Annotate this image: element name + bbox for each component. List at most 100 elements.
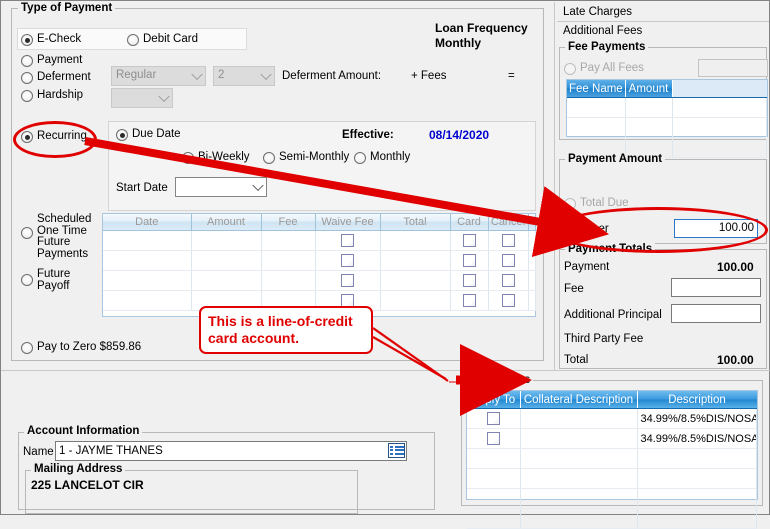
cell-date[interactable] xyxy=(103,290,192,311)
cell-extra[interactable] xyxy=(672,97,767,118)
cell-description[interactable] xyxy=(637,448,757,469)
cell-amount[interactable] xyxy=(191,270,262,291)
radio-e-check[interactable]: E-Check xyxy=(21,33,81,46)
radio-bi-weekly[interactable]: Bi-Weekly xyxy=(182,151,250,164)
cell-fee[interactable] xyxy=(261,250,316,271)
checkbox-waive-fee[interactable] xyxy=(341,293,354,307)
cell-total[interactable] xyxy=(380,270,451,291)
cell-total[interactable] xyxy=(380,250,451,271)
schedule-col-cancel[interactable]: Cancel xyxy=(488,214,529,231)
checkbox-waive-fee[interactable] xyxy=(341,253,354,267)
list-grid-icon[interactable] xyxy=(388,443,405,458)
schedule-col-amount[interactable]: Amount xyxy=(191,214,262,231)
schedule-col-total[interactable]: Total xyxy=(380,214,451,231)
checkbox-card[interactable] xyxy=(462,293,476,307)
table-row[interactable]: 34.99%/8.5%DIS/NOSAC xyxy=(467,408,757,429)
account-name-input[interactable]: 1 - JAYME THANES xyxy=(55,441,407,461)
cell-description[interactable] xyxy=(637,508,757,529)
cell-description[interactable] xyxy=(637,468,757,489)
checkbox-waive-fee[interactable] xyxy=(341,233,354,247)
table-row[interactable] xyxy=(567,97,767,118)
cell-collateral-description[interactable] xyxy=(520,508,638,529)
schedule-col-waive-fee[interactable]: Waive Fee xyxy=(315,214,381,231)
cell-fee[interactable] xyxy=(261,230,316,251)
cell-apply-to[interactable] xyxy=(467,508,521,529)
additional-principal-input[interactable] xyxy=(671,304,761,323)
fee-payments-col-amount[interactable]: Amount xyxy=(625,80,673,98)
cell-amount[interactable] xyxy=(191,250,262,271)
cell-description[interactable] xyxy=(637,488,757,509)
schedule-col-date[interactable]: Date xyxy=(103,214,192,231)
radio-due-date[interactable]: Due Date xyxy=(116,128,181,141)
schedule-grid[interactable]: Date Amount Fee Waive Fee Total Card Can… xyxy=(102,213,536,317)
cell-date[interactable] xyxy=(103,270,192,291)
cell-total[interactable] xyxy=(380,290,451,311)
checkbox-card[interactable] xyxy=(462,253,476,267)
cell-card[interactable] xyxy=(450,230,489,251)
cell-collateral-description[interactable] xyxy=(520,408,638,429)
checkbox-cancel[interactable] xyxy=(501,233,515,247)
table-row[interactable] xyxy=(467,488,757,509)
cell-description[interactable]: 34.99%/8.5%DIS/NOSAC xyxy=(637,408,757,429)
checkbox-cancel[interactable] xyxy=(501,253,515,267)
cell-fee[interactable] xyxy=(261,270,316,291)
checkbox-cancel[interactable] xyxy=(501,293,515,307)
pay-all-fees-amount-input[interactable] xyxy=(698,59,768,77)
table-row[interactable] xyxy=(103,250,536,271)
deferment-count-combo[interactable]: 2 xyxy=(213,66,275,86)
checkbox-apply-to[interactable] xyxy=(486,431,500,445)
promotions-col-description[interactable]: Description xyxy=(637,391,757,409)
radio-pay-to-zero[interactable]: Pay to Zero $859.86 xyxy=(21,341,141,354)
fee-payments-col-fee-name[interactable]: Fee Name xyxy=(567,80,626,98)
cell-card[interactable] xyxy=(450,290,489,311)
deferment-type-combo[interactable]: Regular xyxy=(111,66,206,86)
radio-hardship[interactable]: Hardship xyxy=(21,89,83,102)
cell-apply-to[interactable] xyxy=(467,448,521,469)
cell-collateral-description[interactable] xyxy=(520,488,638,509)
cell-cancel[interactable] xyxy=(488,290,529,311)
cell-extra[interactable] xyxy=(672,117,767,138)
radio-payment[interactable]: Payment xyxy=(21,54,82,67)
schedule-col-fee[interactable]: Fee xyxy=(261,214,316,231)
cell-waive-fee[interactable] xyxy=(315,270,381,291)
table-row[interactable] xyxy=(467,468,757,489)
cell-amount[interactable] xyxy=(625,97,673,118)
hardship-combo[interactable] xyxy=(111,88,173,108)
table-row[interactable] xyxy=(567,117,767,138)
cell-card[interactable] xyxy=(450,270,489,291)
checkbox-card[interactable] xyxy=(462,273,476,287)
cell-total[interactable] xyxy=(380,230,451,251)
cell-collateral-description[interactable] xyxy=(520,468,638,489)
checkbox-card[interactable] xyxy=(462,233,476,247)
checkbox-waive-fee[interactable] xyxy=(341,273,354,287)
table-row[interactable] xyxy=(467,448,757,469)
cell-waive-fee[interactable] xyxy=(315,230,381,251)
radio-semi-monthly[interactable]: Semi-Monthly xyxy=(263,151,349,164)
table-row[interactable] xyxy=(103,230,536,251)
cell-apply-to[interactable] xyxy=(467,408,521,429)
cell-date[interactable] xyxy=(103,230,192,251)
radio-future-payoff[interactable]: Future Payoff xyxy=(21,268,70,292)
cell-waive-fee[interactable] xyxy=(315,250,381,271)
fee-total-input[interactable] xyxy=(671,278,761,297)
cell-apply-to[interactable] xyxy=(467,468,521,489)
schedule-col-card[interactable]: Card xyxy=(450,214,489,231)
radio-scheduled-one-time-future-payments[interactable]: Scheduled One Time Future Payments xyxy=(21,213,91,260)
cell-amount[interactable] xyxy=(191,230,262,251)
cell-cancel[interactable] xyxy=(488,270,529,291)
radio-deferment[interactable]: Deferment xyxy=(21,71,91,84)
radio-pay-all-fees[interactable]: Pay All Fees xyxy=(564,62,644,75)
cell-apply-to[interactable] xyxy=(467,428,521,449)
table-row[interactable] xyxy=(103,270,536,291)
cell-extra[interactable] xyxy=(672,137,767,158)
promotions-col-apply-to[interactable]: Apply To xyxy=(467,391,521,409)
cell-cancel[interactable] xyxy=(488,250,529,271)
cell-collateral-description[interactable] xyxy=(520,448,638,469)
table-row[interactable]: 34.99%/8.5%DIS/NOSAC xyxy=(467,428,757,449)
cell-amount[interactable] xyxy=(625,117,673,138)
checkbox-apply-to[interactable] xyxy=(486,411,500,425)
cell-apply-to[interactable] xyxy=(467,488,521,509)
radio-monthly[interactable]: Monthly xyxy=(354,151,410,164)
cell-fee-name[interactable] xyxy=(567,97,626,118)
checkbox-cancel[interactable] xyxy=(501,273,515,287)
